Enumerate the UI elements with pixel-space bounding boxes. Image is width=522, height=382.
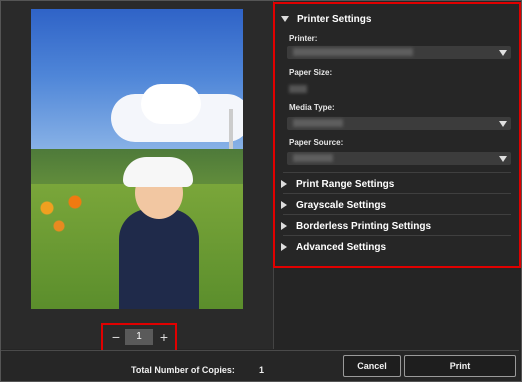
- collapse-triangle-icon: [281, 16, 289, 23]
- printer-settings-header[interactable]: Printer Settings: [281, 14, 371, 25]
- total-copies-value: 1: [259, 365, 265, 375]
- advanced-settings-header[interactable]: Advanced Settings: [281, 242, 386, 253]
- dropdown-arrow-icon: [499, 156, 507, 162]
- previous-page-button[interactable]: −: [109, 329, 123, 345]
- expand-triangle-icon: [281, 201, 287, 210]
- total-copies-label: Total Number of Copies:: [131, 365, 235, 375]
- next-page-button[interactable]: +: [157, 329, 171, 345]
- printer-label: Printer:: [289, 34, 318, 43]
- print-range-settings-header[interactable]: Print Range Settings: [281, 179, 394, 190]
- borderless-printing-settings-header[interactable]: Borderless Printing Settings: [281, 221, 431, 232]
- cancel-button[interactable]: Cancel: [343, 355, 401, 377]
- page-stepper: − 1 +: [101, 323, 177, 353]
- printer-select[interactable]: [287, 46, 511, 59]
- print-button[interactable]: Print: [404, 355, 516, 377]
- paper-source-select[interactable]: [287, 152, 511, 165]
- paper-source-label: Paper Source:: [289, 138, 344, 147]
- preview-photo: [31, 9, 243, 309]
- printer-settings-title: Printer Settings: [297, 14, 372, 25]
- expand-triangle-icon: [281, 243, 287, 252]
- dropdown-arrow-icon: [499, 121, 507, 127]
- media-type-select[interactable]: [287, 117, 511, 130]
- paper-size-label: Paper Size:: [289, 68, 333, 77]
- expand-triangle-icon: [281, 180, 287, 189]
- media-type-label: Media Type:: [289, 103, 335, 112]
- dropdown-arrow-icon: [499, 50, 507, 56]
- paper-size-value: [289, 85, 307, 93]
- expand-triangle-icon: [281, 222, 287, 231]
- page-number-field[interactable]: 1: [125, 329, 153, 345]
- preview-area: − 1 +: [1, 1, 273, 353]
- grayscale-settings-header[interactable]: Grayscale Settings: [281, 200, 386, 211]
- settings-panel: Printer Settings Printer: Paper Size: Me…: [273, 2, 521, 268]
